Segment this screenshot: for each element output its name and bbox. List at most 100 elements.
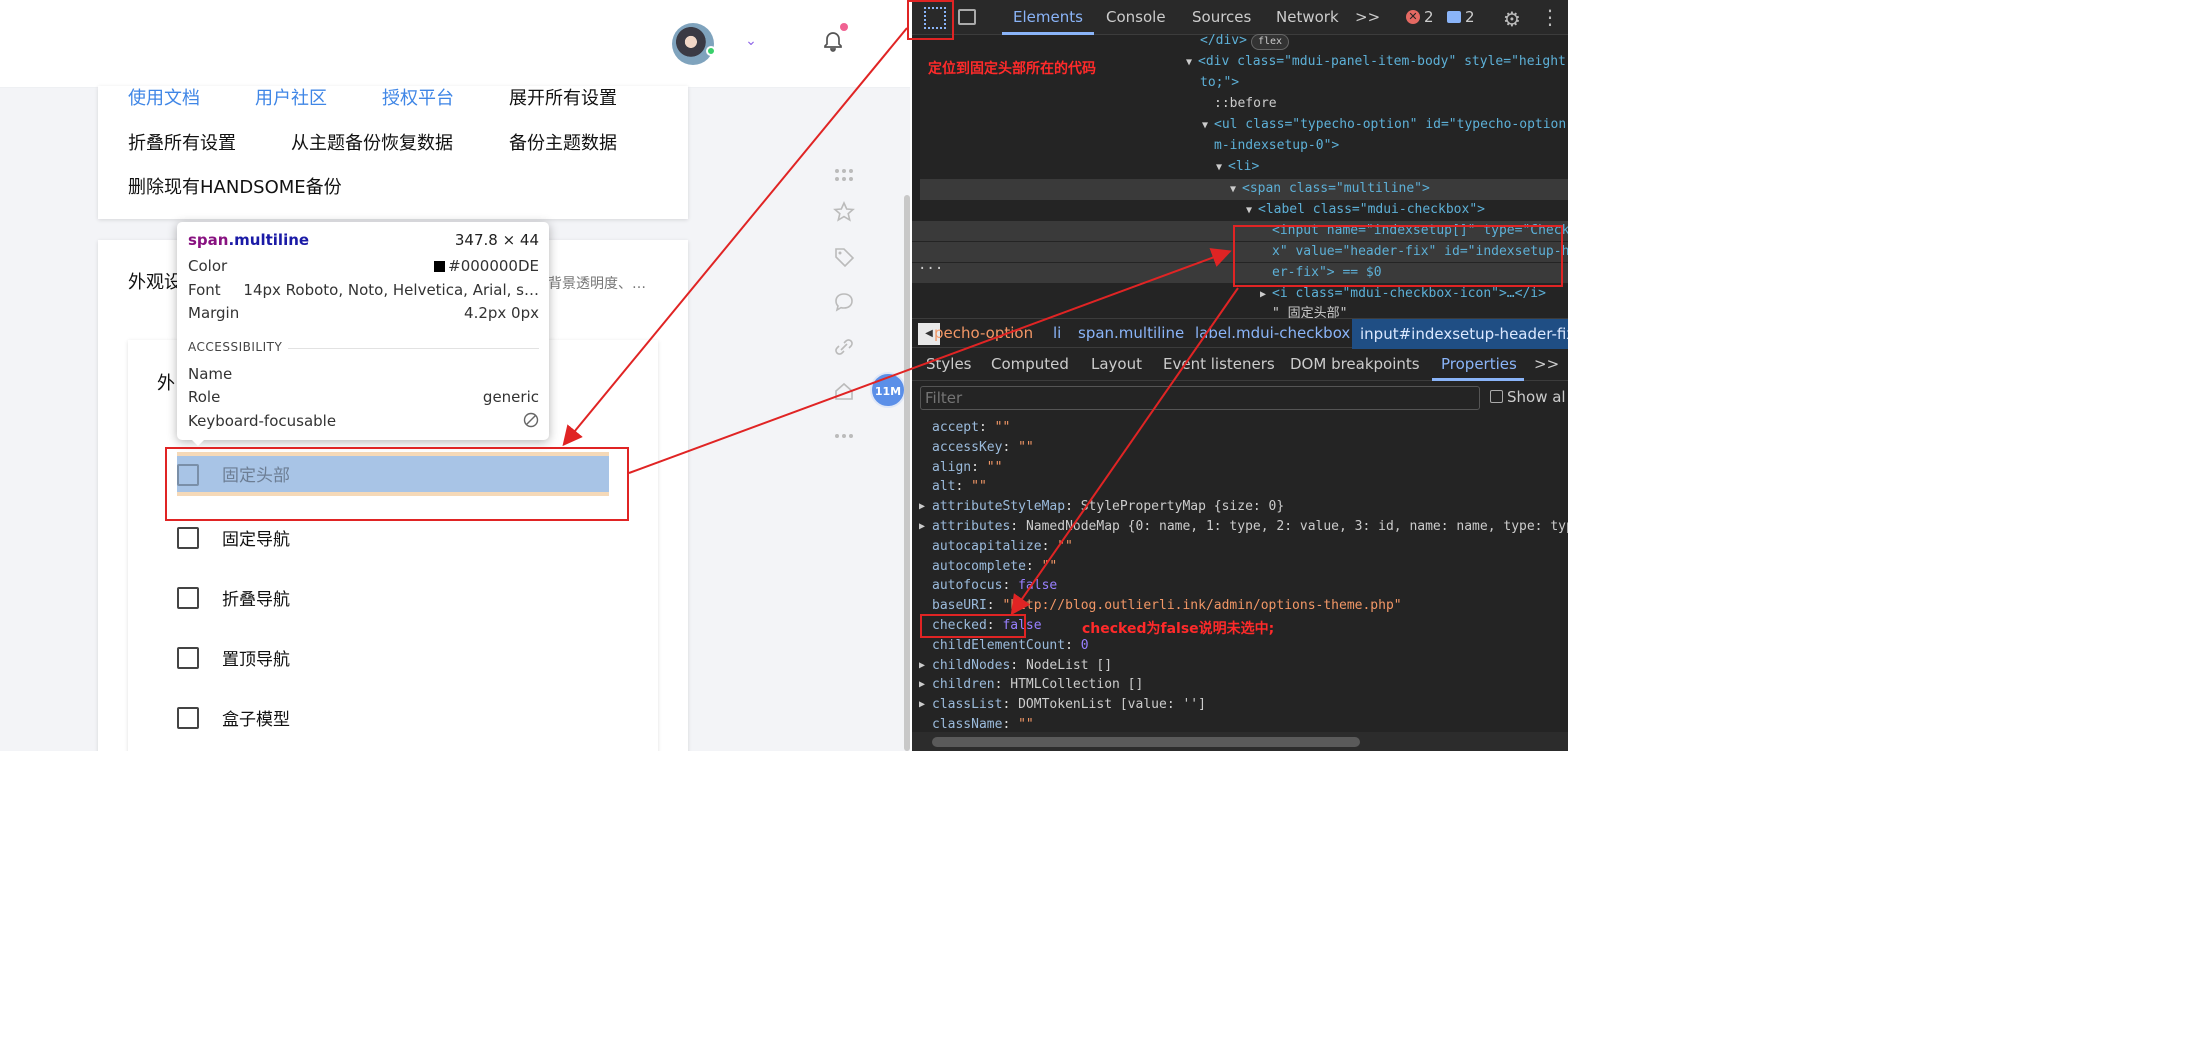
more-subtabs-button[interactable]: >> [1534,355,1559,373]
dom-line[interactable]: m-indexsetup-0"> [1214,136,1339,156]
tab-dom-breakpoints[interactable]: DOM breakpoints [1290,355,1420,373]
dom-line[interactable]: ▼ <ul class="typecho-option" id="typecho-… [1202,115,1568,136]
tab-computed[interactable]: Computed [991,355,1069,373]
web-page: ⌄ 使用文档 用户社区 授权平台 展开所有设置 折叠所有设置 从主题备份恢复数据… [0,0,910,751]
devtools-panel: Elements Console Sources Network >> ✕ 2 … [912,0,1568,751]
device-toolbar-icon[interactable] [958,9,976,25]
show-all-checkbox[interactable]: Show al [1490,388,1566,406]
error-icon[interactable]: ✕ [1406,10,1420,24]
tab-console[interactable]: Console [1106,8,1166,26]
tooltip-accessibility-title: ACCESSIBILITY [188,340,289,354]
tab-event-listeners[interactable]: Event listeners [1163,355,1275,373]
online-status-dot [706,46,716,56]
message-icon[interactable] [1447,11,1461,23]
property-row[interactable]: autofocus: false [932,576,1057,596]
checkbox[interactable] [177,707,199,729]
page-scrollbar[interactable] [904,195,910,751]
error-count[interactable]: 2 [1424,8,1434,26]
property-row[interactable]: accept: "" [932,418,1010,438]
option-label: 置顶导航 [222,650,290,670]
color-swatch [434,261,446,272]
apps-grid-icon[interactable] [833,165,855,187]
backup-theme-link[interactable]: 备份主题数据 [509,132,617,156]
dom-line[interactable]: ▼ <li> [1216,157,1259,178]
property-row[interactable]: classList: DOMTokenList [value: ''] [932,695,1206,715]
more-horizontal-icon[interactable] [833,425,855,447]
tag-icon[interactable] [833,246,855,268]
dom-line[interactable]: </div> flex [1200,31,1290,51]
annotation-box-code [1233,225,1563,287]
property-row[interactable]: childElementCount: 0 [932,636,1089,656]
expand-triangle-icon[interactable]: ▶ [919,521,925,532]
property-row[interactable]: accessKey: "" [932,438,1034,458]
breadcrumb-item[interactable]: li [1053,324,1061,342]
tab-styles[interactable]: Styles [926,355,972,373]
properties-filter-input[interactable] [920,386,1480,410]
property-row[interactable]: attributes: NamedNodeMap {0: name, 1: ty… [932,517,1568,537]
license-platform-link[interactable]: 授权平台 [382,87,454,111]
tab-properties[interactable]: Properties [1441,355,1517,373]
property-row[interactable]: alt: "" [932,477,987,497]
checkbox[interactable] [177,527,199,549]
option-top-nav[interactable]: 置顶导航 [177,636,609,680]
expand-all-settings-link[interactable]: 展开所有设置 [509,87,617,111]
property-row[interactable]: align: "" [932,458,1002,478]
gear-icon[interactable]: ⚙ [1503,7,1521,31]
docs-link[interactable]: 使用文档 [128,87,200,111]
more-tabs-button[interactable]: >> [1355,8,1380,26]
tab-network[interactable]: Network [1276,8,1339,26]
dom-line-selected-parent[interactable]: ▼ <span class="multiline"> [920,179,1568,200]
dom-line[interactable]: ▼ <label class="mdui-checkbox"> [1246,200,1485,221]
more-vertical-icon[interactable]: ⋮ [1540,5,1560,29]
option-label: 固定导航 [222,530,290,550]
dom-line[interactable]: ▶ <i class="mdui-checkbox-icon">…</i> [1260,284,1546,305]
property-row[interactable]: attributeStyleMap: StylePropertyMap {siz… [932,497,1284,517]
home-icon[interactable] [833,380,855,402]
bell-icon[interactable] [821,30,845,54]
property-row[interactable]: autocapitalize: "" [932,537,1073,557]
checkbox[interactable] [177,587,199,609]
breadcrumb: ◀ pecho-option li span.multiline label.m… [912,318,1568,349]
tab-layout[interactable]: Layout [1091,355,1142,373]
community-link[interactable]: 用户社区 [255,87,327,111]
more-actions-dots[interactable]: ··· [918,261,943,277]
option-label: 折叠导航 [222,590,290,610]
delete-backup-link[interactable]: 删除现有HANDSOME备份 [128,176,342,200]
dom-line[interactable]: to;"> [1200,73,1239,93]
expand-triangle-icon[interactable]: ▶ [919,660,925,671]
breadcrumb-item[interactable]: pecho-option [934,324,1033,342]
active-tab-indicator [1002,32,1094,35]
user-avatar[interactable] [672,23,714,65]
section-title[interactable]: 外观设 [128,268,182,294]
dom-line[interactable]: ▼ <div class="mdui-panel-item-body" style… [1186,52,1568,73]
expand-triangle-icon[interactable]: ▶ [919,501,925,512]
property-row[interactable]: childNodes: NodeList [] [932,656,1112,676]
horizontal-scrollbar[interactable] [912,732,1568,751]
properties-list[interactable]: accept: "" accessKey: "" align: "" alt: … [912,416,1568,732]
property-row[interactable]: children: HTMLCollection [] [932,675,1143,695]
link-icon[interactable] [833,336,855,358]
flex-badge[interactable]: flex [1250,34,1290,50]
property-row[interactable]: baseURI: "http://blog.outlierli.ink/admi… [932,596,1402,616]
option-collapse-nav[interactable]: 折叠导航 [177,576,609,620]
tab-sources[interactable]: Sources [1192,8,1251,26]
expand-triangle-icon[interactable]: ▶ [919,699,925,710]
option-box-model[interactable]: 盒子模型 [177,696,609,740]
message-count[interactable]: 2 [1465,8,1475,26]
property-row[interactable]: autocomplete: "" [932,557,1057,577]
option-fixed-nav[interactable]: 固定导航 [177,516,609,560]
collapse-all-settings-link[interactable]: 折叠所有设置 [128,132,236,156]
expand-triangle-icon[interactable]: ▶ [919,679,925,690]
checkbox[interactable] [177,647,199,669]
dom-line[interactable]: ::before [1214,94,1277,114]
not-focusable-icon [523,412,539,428]
chevron-down-icon[interactable]: ⌄ [743,33,759,49]
comment-icon[interactable] [833,291,855,313]
breadcrumb-item[interactable]: span.multiline [1078,324,1184,342]
tab-elements[interactable]: Elements [1013,8,1083,26]
subsection-title: 外 [157,373,175,394]
restore-backup-link[interactable]: 从主题备份恢复数据 [291,132,453,156]
star-icon[interactable] [833,201,855,223]
breadcrumb-item-active[interactable]: input#indexsetup-header-fix [1352,319,1568,349]
breadcrumb-item[interactable]: label.mdui-checkbox [1195,324,1350,342]
